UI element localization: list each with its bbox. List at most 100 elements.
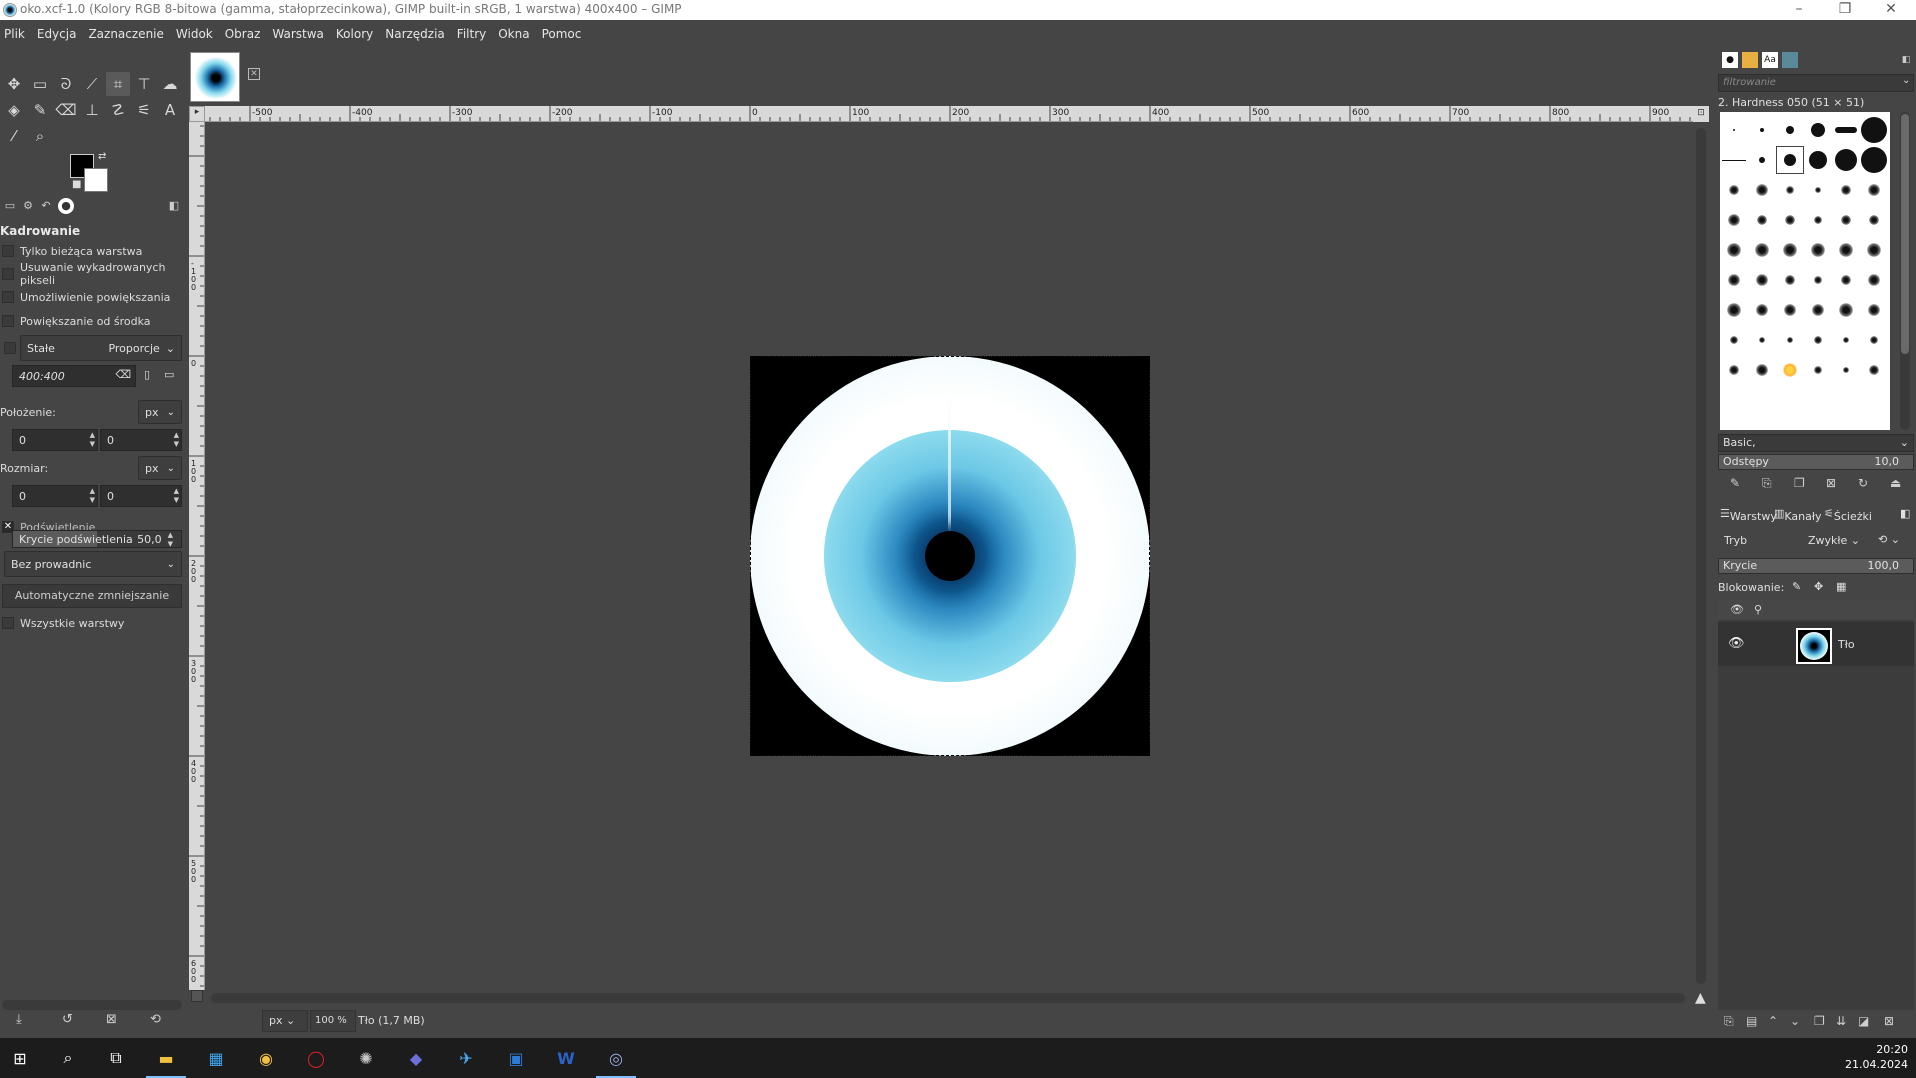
brush-grid-scrollbar[interactable]: [1900, 112, 1910, 430]
new-layer-icon[interactable]: ⎘: [1724, 1014, 1734, 1029]
portrait-icon[interactable]: ▯: [144, 368, 150, 381]
menu-tools[interactable]: Narzędzia: [385, 27, 445, 41]
save-app-icon[interactable]: ▣: [502, 1044, 530, 1072]
tab-channels[interactable]: ▥ Kanały: [1774, 507, 1822, 523]
warp-tool-icon[interactable]: ☁: [158, 72, 182, 96]
brush-cell[interactable]: [1832, 116, 1860, 144]
brush-cell[interactable]: [1804, 356, 1832, 384]
position-y-field[interactable]: 0 ▲ ▼: [100, 429, 182, 451]
all-layers-checkbox[interactable]: [2, 617, 14, 629]
delete-options-icon[interactable]: ⊠: [106, 1012, 117, 1027]
brush-cell[interactable]: [1832, 266, 1860, 294]
current-layer-only-checkbox[interactable]: [2, 245, 14, 257]
auto-shrink-button[interactable]: Automatyczne zmniejszanie: [2, 584, 182, 608]
rect-select-tool-icon[interactable]: ▭: [28, 72, 52, 96]
size-width-field[interactable]: 0 ▲ ▼: [12, 485, 98, 507]
menu-windows[interactable]: Okna: [498, 27, 529, 41]
brush-cell[interactable]: [1720, 176, 1748, 204]
brush-cell[interactable]: [1804, 326, 1832, 354]
document-history-tab-icon[interactable]: [1782, 52, 1798, 68]
eye-visibility-icon[interactable]: 👁: [1728, 636, 1745, 651]
delete-cropped-option[interactable]: Usuwanie wykadrowanych pikseli: [0, 261, 186, 287]
brush-cell[interactable]: [1832, 296, 1860, 324]
brush-cell[interactable]: [1720, 296, 1748, 324]
brush-cell[interactable]: [1804, 296, 1832, 324]
swap-colors-icon[interactable]: ⇄: [98, 151, 106, 162]
open-brush-as-image-icon[interactable]: ⏏: [1890, 476, 1901, 490]
all-layers-option[interactable]: Wszystkie warstwy: [0, 614, 186, 632]
close-image-icon[interactable]: ✕: [248, 68, 260, 80]
delete-brush-icon[interactable]: ⊠: [1826, 476, 1836, 490]
spin-arrows-icon[interactable]: ▲ ▼: [90, 487, 95, 505]
app-icon[interactable]: ✈: [452, 1044, 480, 1072]
undo-history-tab-icon[interactable]: ↶: [38, 198, 54, 214]
brush-cell[interactable]: [1748, 146, 1776, 174]
brush-spacing-slider[interactable]: Odstępy 10,0: [1718, 454, 1914, 470]
horizontal-scroll-track[interactable]: [211, 993, 1685, 1003]
menu-image[interactable]: Obraz: [225, 27, 261, 41]
dock-menu-icon[interactable]: ◧: [1898, 52, 1914, 68]
raise-layer-icon[interactable]: ⌃: [1768, 1014, 1778, 1028]
brush-cell[interactable]: [1832, 326, 1860, 354]
brush-cell[interactable]: [1776, 356, 1804, 384]
brush-grid[interactable]: [1720, 112, 1890, 430]
refresh-brushes-icon[interactable]: ↻: [1858, 476, 1868, 490]
expand-from-center-option[interactable]: Powiększanie od środka: [0, 312, 186, 330]
menu-filters[interactable]: Filtry: [457, 27, 486, 41]
brush-cell[interactable]: [1832, 356, 1860, 384]
lock-position-icon[interactable]: ✥: [1814, 580, 1823, 593]
lasso-tool-icon[interactable]: ᘐ: [54, 72, 78, 96]
restore-options-icon[interactable]: ↺: [62, 1012, 73, 1027]
brush-cell[interactable]: [1748, 296, 1776, 324]
brush-cell[interactable]: [1748, 116, 1776, 144]
fixed-mode-combo[interactable]: Stałe Proporcje ⌄: [20, 335, 182, 361]
tab-layers[interactable]: ☰ Warstwy: [1720, 507, 1777, 523]
highlight-opacity-slider[interactable]: Krycie podświetlenia 50,0 ▲ ▼: [12, 530, 182, 548]
brush-cell[interactable]: [1776, 296, 1804, 324]
tool-options-tab-icon[interactable]: ⚙: [20, 198, 36, 214]
eraser-tool-icon[interactable]: ⌫: [54, 98, 78, 122]
brush-cell[interactable]: [1804, 236, 1832, 264]
dock-menu-icon[interactable]: ◧: [166, 198, 182, 214]
brush-cell[interactable]: [1832, 146, 1860, 174]
brush-cell[interactable]: [1720, 266, 1748, 294]
unified-transform-tool-icon[interactable]: ⊤: [132, 72, 156, 96]
brush-cell[interactable]: [1860, 176, 1888, 204]
brush-cell[interactable]: [1748, 266, 1776, 294]
aspect-ratio-field[interactable]: 400:400 ⌫: [12, 365, 136, 387]
gimp-taskbar-icon[interactable]: ◎: [602, 1044, 630, 1072]
brush-cell[interactable]: [1860, 236, 1888, 264]
size-unit-combo[interactable]: px ⌄: [138, 456, 182, 480]
vertical-ruler[interactable]: -1000100200300400500600: [189, 122, 205, 990]
brush-cell[interactable]: [1860, 296, 1888, 324]
status-unit-combo[interactable]: px ⌄: [262, 1010, 308, 1032]
brush-cell[interactable]: [1860, 146, 1888, 174]
brush-cell[interactable]: [1804, 116, 1832, 144]
brush-cell[interactable]: [1860, 116, 1888, 144]
brush-scroll-thumb[interactable]: [1901, 114, 1909, 354]
clear-entry-icon[interactable]: ⌫: [115, 368, 131, 381]
mode-combo[interactable]: Zwykłe ⌄: [1808, 534, 1860, 547]
brush-cell[interactable]: [1748, 236, 1776, 264]
fuzzy-select-tool-icon[interactable]: ⟋: [80, 72, 104, 96]
zoom-tool-icon[interactable]: ⌕: [28, 124, 52, 148]
paint-icon[interactable]: ✺: [352, 1044, 380, 1072]
allow-growing-checkbox[interactable]: [2, 291, 14, 303]
zoom-fit-icon[interactable]: ⊡: [1693, 106, 1709, 122]
brush-cell[interactable]: [1748, 176, 1776, 204]
current-layer-only-option[interactable]: Tylko bieżąca warstwa: [0, 242, 186, 260]
lock-alpha-icon[interactable]: ▦: [1836, 580, 1846, 593]
default-colors-icon[interactable]: ■: [72, 179, 81, 190]
minimize-button[interactable]: –: [1776, 0, 1822, 20]
layer-mask-icon[interactable]: ◪: [1858, 1014, 1869, 1028]
word-icon[interactable]: W: [552, 1044, 580, 1072]
opera-icon[interactable]: ◯: [302, 1044, 330, 1072]
brush-cell[interactable]: [1720, 116, 1748, 144]
new-brush-icon[interactable]: ⎘: [1762, 476, 1772, 491]
brush-cell[interactable]: [1804, 266, 1832, 294]
duplicate-brush-icon[interactable]: ❐: [1794, 476, 1805, 490]
patterns-tab-icon[interactable]: [1742, 52, 1758, 68]
lock-pixels-icon[interactable]: ✎: [1792, 580, 1801, 593]
position-unit-combo[interactable]: px ⌄: [138, 400, 182, 424]
horizontal-scrollbar[interactable]: [205, 990, 1693, 1006]
